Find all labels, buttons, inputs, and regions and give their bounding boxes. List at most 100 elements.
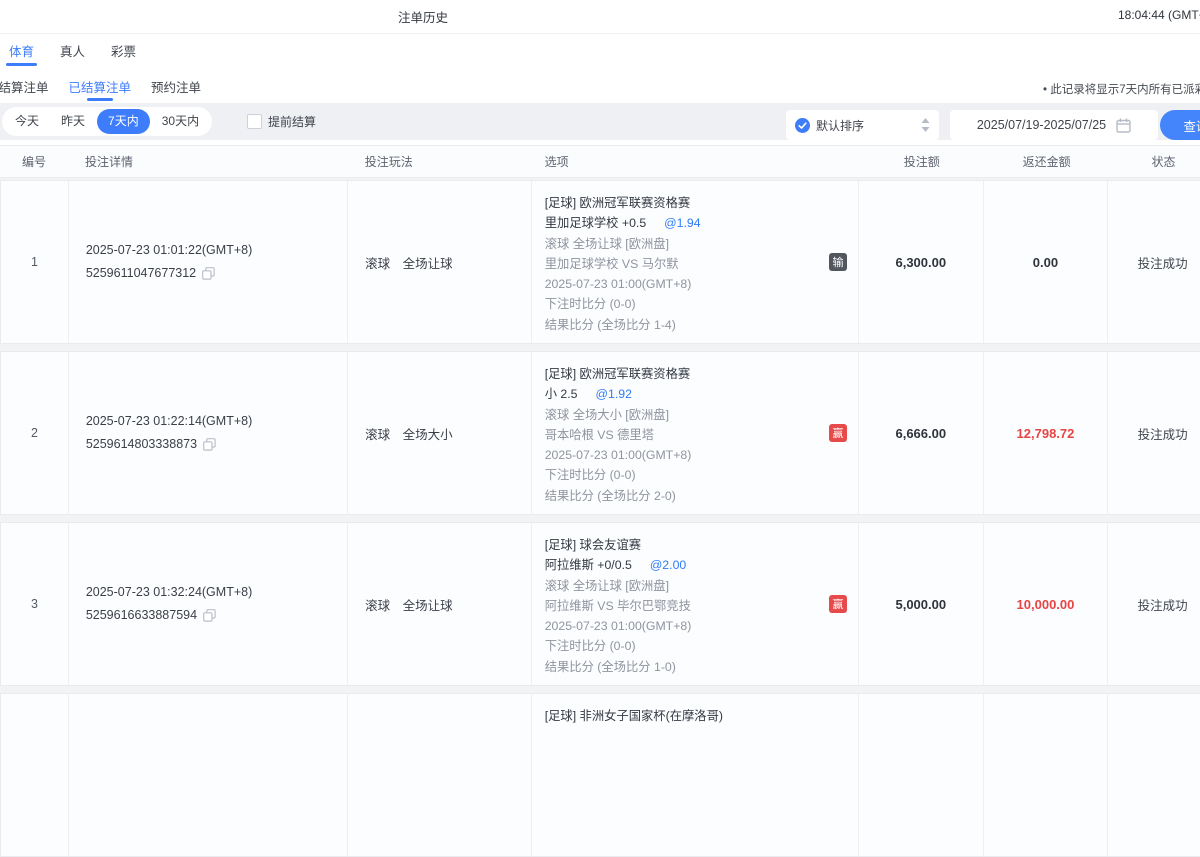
outcome-badge: 赢 <box>829 424 847 442</box>
return-amount-cell: 10,000.00 <box>984 523 1109 685</box>
bet-selection-cell: [足球] 非洲女子国家杯(在摩洛哥) <box>532 694 859 856</box>
selection-league: [足球] 欧洲冠军联赛资格赛 <box>545 193 818 213</box>
selection-pick-line: 里加足球学校 +0.5 @1.94 <box>545 213 818 233</box>
bet-number-cell: 2 <box>1 352 69 514</box>
return-amount-cell: 12,798.72 <box>984 352 1109 514</box>
selection-market: 滚球 全场大小 [欧洲盘] <box>545 405 818 425</box>
range-7days[interactable]: 7天内 <box>97 109 150 134</box>
range-yesterday[interactable]: 昨天 <box>50 107 96 136</box>
range-today[interactable]: 今天 <box>4 107 50 136</box>
subtab-reserved[interactable]: 预约注单 <box>151 70 201 103</box>
table-row: [足球] 非洲女子国家杯(在摩洛哥) <box>0 693 1200 857</box>
order-id: 5259614803338873 <box>86 433 197 456</box>
selection-pick-line: 阿拉维斯 +0/0.5 @2.00 <box>545 555 818 575</box>
bets-table: 编号 投注详情 投注玩法 选项 投注额 返还金额 状态 1 2025-07-23… <box>0 145 1200 733</box>
selection-pick: 阿拉维斯 +0/0.5 <box>545 558 632 572</box>
status-cell: 投注成功 <box>1108 523 1200 685</box>
bet-details-cell <box>69 694 348 856</box>
selection-pick: 小 2.5 <box>545 387 578 401</box>
bet-play-cell: 滚球 全场让球 <box>348 523 532 685</box>
copy-icon[interactable] <box>202 267 215 280</box>
tab-sports[interactable]: 体育 <box>6 34 37 67</box>
table-row: 3 2025-07-23 01:32:24(GMT+8) 52596166338… <box>0 522 1200 686</box>
table-row: 2 2025-07-23 01:22:14(GMT+8) 52596148033… <box>0 351 1200 515</box>
tab-live[interactable]: 真人 <box>57 34 88 67</box>
return-amount-cell: 0.00 <box>984 181 1109 343</box>
copy-icon[interactable] <box>203 438 216 451</box>
selection-pick: 里加足球学校 +0.5 <box>545 216 646 230</box>
selection-score-at-bet: 下注时比分 (0-0) <box>545 294 818 314</box>
category-tabs: 体育 真人 彩票 <box>0 34 139 67</box>
tab-lottery[interactable]: 彩票 <box>108 34 139 67</box>
bet-details-cell: 2025-07-23 01:22:14(GMT+8) 5259614803338… <box>69 352 348 514</box>
selection-pick-line: 小 2.5@1.92 <box>545 384 818 404</box>
selection-league: [足球] 球会友谊赛 <box>545 535 818 555</box>
col-header-details: 投注详情 <box>68 153 348 170</box>
col-header-stake: 投注额 <box>859 153 984 170</box>
bet-selection-cell: [足球] 欧洲冠军联赛资格赛 里加足球学校 +0.5@1.94 滚球 全场让球 … <box>532 181 859 343</box>
selection-match-time: 2025-07-23 01:00(GMT+8) <box>545 616 818 636</box>
bet-number-cell <box>1 694 69 856</box>
selection-result: 结果比分 (全场比分 1-0) <box>545 657 818 677</box>
col-header-selection: 选项 <box>532 153 860 170</box>
bet-time: 2025-07-23 01:32:24(GMT+8) <box>86 581 347 604</box>
copy-icon[interactable] <box>203 609 216 622</box>
bet-number-cell: 3 <box>1 523 69 685</box>
record-notice: • 此记录将显示7天内所有已派彩的 <box>1043 81 1200 97</box>
status-cell: 投注成功 <box>1108 181 1200 343</box>
sort-selected-value: 默认排序 <box>816 117 921 134</box>
date-range-value: 2025/07/19-2025/07/25 <box>977 118 1106 132</box>
return-amount-cell <box>984 694 1109 856</box>
search-button[interactable]: 查询 <box>1160 110 1200 140</box>
filter-bar: 今天 昨天 7天内 30天内 提前结算 默认排序 2025/07/19-2025… <box>0 103 1200 140</box>
page-title: 注单历史 <box>398 7 448 26</box>
col-header-number: 编号 <box>0 153 68 170</box>
server-time: 18:04:44 (GMT+8) <box>1118 8 1200 22</box>
order-id: 5259611047677312 <box>86 262 196 285</box>
selection-odds: @1.94 <box>664 216 700 230</box>
early-settle-option[interactable]: 提前结算 <box>247 113 316 130</box>
col-header-play: 投注玩法 <box>348 153 532 170</box>
table-header-row: 编号 投注详情 投注玩法 选项 投注额 返还金额 状态 <box>0 145 1200 178</box>
bet-details-cell: 2025-07-23 01:01:22(GMT+8) 5259611047677… <box>69 181 348 343</box>
selection-match: 阿拉维斯 VS 毕尔巴鄂竞技 <box>545 596 818 616</box>
sort-select[interactable]: 默认排序 <box>786 110 939 140</box>
col-header-status: 状态 <box>1109 153 1200 170</box>
selection-match: 里加足球学校 VS 马尔默 <box>545 254 818 274</box>
col-header-return: 返还金额 <box>984 153 1109 170</box>
bet-time: 2025-07-23 01:01:22(GMT+8) <box>86 239 347 262</box>
selection-score-at-bet: 下注时比分 (0-0) <box>545 636 818 656</box>
stake-amount-cell: 6,666.00 <box>859 352 984 514</box>
bet-details-cell: 2025-07-23 01:32:24(GMT+8) 5259616633887… <box>69 523 348 685</box>
calendar-icon <box>1116 118 1131 133</box>
subtab-unsettled[interactable]: 未结算注单 <box>0 70 49 103</box>
table-body: 1 2025-07-23 01:01:22(GMT+8) 52596110476… <box>0 180 1200 857</box>
date-range-picker[interactable]: 2025/07/19-2025/07/25 <box>950 110 1158 140</box>
table-row: 1 2025-07-23 01:01:22(GMT+8) 52596110476… <box>0 180 1200 344</box>
early-settle-checkbox[interactable] <box>247 114 262 129</box>
bet-selection-cell: [足球] 欧洲冠军联赛资格赛 小 2.5@1.92 滚球 全场大小 [欧洲盘] … <box>532 352 859 514</box>
selection-result: 结果比分 (全场比分 2-0) <box>545 486 818 506</box>
selection-match-time: 2025-07-23 01:00(GMT+8) <box>545 445 818 465</box>
selection-match: 哥本哈根 VS 德里塔 <box>545 425 818 445</box>
selection-league: [足球] 欧洲冠军联赛资格赛 <box>545 364 818 384</box>
outcome-badge: 赢 <box>829 595 847 613</box>
stake-amount-cell: 5,000.00 <box>859 523 984 685</box>
bet-play-cell: 滚球 全场让球 <box>348 181 532 343</box>
stake-amount-cell: 6,300.00 <box>859 181 984 343</box>
title-bar: 注单历史 18:04:44 (GMT+8) <box>0 0 1200 34</box>
subtab-settled[interactable]: 已结算注单 <box>69 70 132 103</box>
range-30days[interactable]: 30天内 <box>151 107 210 136</box>
selection-odds: @2.00 <box>650 558 686 572</box>
selection-score-at-bet: 下注时比分 (0-0) <box>545 465 818 485</box>
bet-selection-cell: [足球] 球会友谊赛 阿拉维斯 +0/0.5@2.00 滚球 全场让球 [欧洲盘… <box>532 523 859 685</box>
bet-play-cell: 滚球 全场大小 <box>348 352 532 514</box>
selection-pick-line <box>545 726 818 746</box>
bet-number-cell: 1 <box>1 181 69 343</box>
status-cell <box>1108 694 1200 856</box>
selection-match-time: 2025-07-23 01:00(GMT+8) <box>545 274 818 294</box>
outcome-badge: 输 <box>829 253 847 271</box>
bet-time: 2025-07-23 01:22:14(GMT+8) <box>86 410 347 433</box>
order-id: 5259616633887594 <box>86 604 197 627</box>
early-settle-label: 提前结算 <box>268 113 316 130</box>
